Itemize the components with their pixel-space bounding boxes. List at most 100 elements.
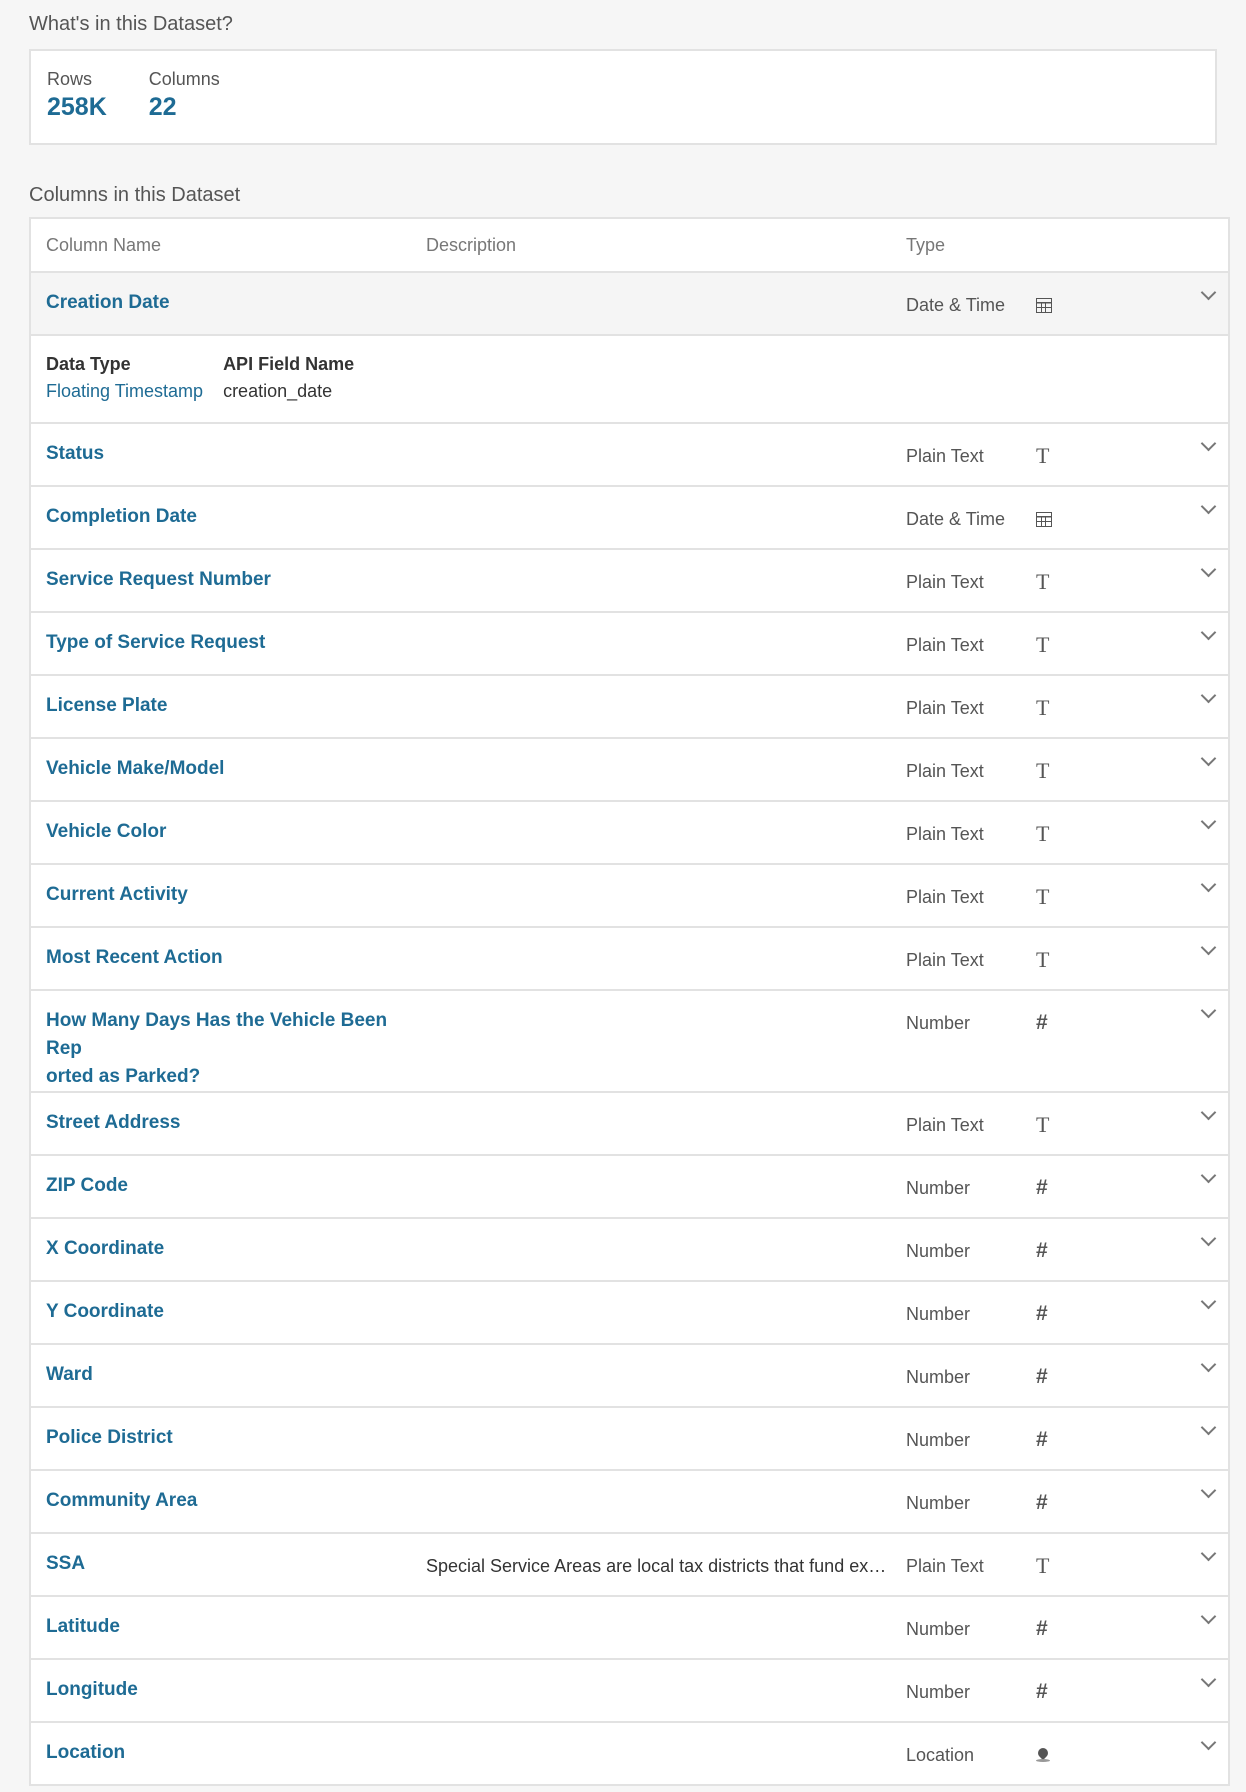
expand-toggle[interactable] bbox=[1136, 1482, 1228, 1499]
column-type: Plain Text bbox=[906, 635, 984, 655]
expand-toggle[interactable] bbox=[1136, 1545, 1228, 1562]
column-type: Number bbox=[906, 1430, 971, 1450]
column-name-link[interactable]: License Plate bbox=[31, 692, 426, 720]
expand-toggle[interactable] bbox=[1136, 687, 1228, 704]
table-row[interactable]: Service Request Number Plain Text T bbox=[31, 550, 1228, 613]
chevron-down-icon bbox=[1200, 1545, 1217, 1562]
expand-toggle[interactable] bbox=[1136, 1671, 1228, 1688]
table-row[interactable]: Longitude Number # bbox=[31, 1660, 1228, 1723]
table-row[interactable]: Y Coordinate Number # bbox=[31, 1282, 1228, 1345]
table-row[interactable]: Status Plain Text T bbox=[31, 424, 1228, 487]
column-type: Number bbox=[906, 1241, 971, 1261]
chevron-down-icon bbox=[1200, 687, 1217, 704]
table-row[interactable]: Vehicle Make/Model Plain Text T bbox=[31, 739, 1228, 802]
expand-toggle[interactable] bbox=[1136, 624, 1228, 641]
table-row[interactable]: Type of Service Request Plain Text T bbox=[31, 613, 1228, 676]
summary-heading: What's in this Dataset? bbox=[29, 13, 233, 35]
column-name-link[interactable]: SSA bbox=[31, 1550, 426, 1578]
expand-toggle[interactable] bbox=[1136, 1419, 1228, 1436]
column-name-link[interactable]: Y Coordinate bbox=[31, 1298, 426, 1326]
column-name-link[interactable]: Community Area bbox=[31, 1487, 426, 1515]
column-name-link[interactable]: Latitude bbox=[31, 1613, 426, 1641]
expand-toggle[interactable] bbox=[1136, 939, 1228, 956]
table-row[interactable]: Current Activity Plain Text T bbox=[31, 865, 1228, 928]
expand-toggle[interactable] bbox=[1136, 813, 1228, 830]
table-row[interactable]: SSA Special Service Areas are local tax d… bbox=[31, 1534, 1228, 1597]
column-name-link[interactable]: Police District bbox=[31, 1424, 426, 1452]
expand-toggle[interactable] bbox=[1136, 284, 1228, 301]
column-name-link[interactable]: Completion Date bbox=[31, 503, 426, 531]
chevron-down-icon bbox=[1200, 1482, 1217, 1499]
data-type-value[interactable]: Floating Timestamp bbox=[46, 378, 203, 404]
table-row[interactable]: Vehicle Color Plain Text T bbox=[31, 802, 1228, 865]
text-icon: T bbox=[1036, 569, 1050, 594]
expand-toggle[interactable] bbox=[1136, 1293, 1228, 1310]
chevron-down-icon bbox=[1200, 939, 1217, 956]
expand-toggle[interactable] bbox=[1136, 750, 1228, 767]
expand-toggle[interactable] bbox=[1136, 1002, 1228, 1019]
expand-toggle[interactable] bbox=[1136, 1104, 1228, 1121]
columns-heading: Columns in this Dataset bbox=[29, 184, 241, 206]
expand-toggle[interactable] bbox=[1136, 561, 1228, 578]
column-name-link[interactable]: Ward bbox=[31, 1361, 426, 1389]
column-name-link[interactable]: Street Address bbox=[31, 1109, 426, 1137]
hash-icon: # bbox=[1036, 1011, 1048, 1034]
table-row[interactable]: Community Area Number # bbox=[31, 1471, 1228, 1534]
header-type: Type bbox=[906, 234, 946, 255]
column-name-link[interactable]: Longitude bbox=[31, 1676, 426, 1704]
expand-toggle[interactable] bbox=[1136, 1167, 1228, 1184]
column-type: Plain Text bbox=[906, 950, 984, 970]
expand-toggle[interactable] bbox=[1136, 1356, 1228, 1373]
expand-toggle[interactable] bbox=[1136, 876, 1228, 893]
expand-toggle[interactable] bbox=[1136, 1230, 1228, 1247]
table-row[interactable]: Most Recent Action Plain Text T bbox=[31, 928, 1228, 991]
column-name-link[interactable]: ZIP Code bbox=[31, 1172, 426, 1200]
column-name-link[interactable]: Most Recent Action bbox=[31, 944, 426, 972]
columns-label: Columns bbox=[148, 69, 220, 89]
column-type: Location bbox=[906, 1745, 975, 1765]
table-row[interactable]: Location Location bbox=[31, 1723, 1228, 1786]
dataset-overview-page: What's in this Dataset? Rows 258K Column… bbox=[0, 0, 1246, 1786]
rows-value: 258K bbox=[47, 93, 107, 121]
table-row[interactable]: Latitude Number # bbox=[31, 1597, 1228, 1660]
column-name-link[interactable]: Creation Date bbox=[31, 289, 426, 317]
expand-toggle[interactable] bbox=[1136, 435, 1228, 452]
chevron-down-icon bbox=[1200, 1419, 1217, 1436]
text-icon: T bbox=[1036, 758, 1050, 783]
column-name-link[interactable]: Location bbox=[31, 1739, 426, 1767]
column-name-link[interactable]: How Many Days Has the Vehicle Been Rep or… bbox=[31, 1007, 426, 1091]
data-type-block: Data Type Floating Timestamp bbox=[46, 352, 203, 408]
chevron-down-icon bbox=[1200, 1104, 1217, 1121]
table-row[interactable]: How Many Days Has the Vehicle Been Rep or… bbox=[31, 991, 1228, 1093]
column-name-link[interactable]: X Coordinate bbox=[31, 1235, 426, 1263]
table-row[interactable]: License Plate Plain Text T bbox=[31, 676, 1228, 739]
table-row[interactable]: Creation Date Date & Time bbox=[31, 273, 1228, 336]
table-row[interactable]: X Coordinate Number # bbox=[31, 1219, 1228, 1282]
text-icon: T bbox=[1036, 443, 1050, 468]
expand-toggle[interactable] bbox=[1136, 1608, 1228, 1625]
column-type: Number bbox=[906, 1178, 971, 1198]
hash-icon: # bbox=[1036, 1302, 1048, 1325]
column-type: Plain Text bbox=[906, 698, 984, 718]
chevron-down-icon bbox=[1200, 498, 1217, 515]
expand-toggle[interactable] bbox=[1136, 1734, 1228, 1751]
table-row[interactable]: Street Address Plain Text T bbox=[31, 1093, 1228, 1156]
column-type: Plain Text bbox=[906, 1115, 984, 1135]
table-row[interactable]: ZIP Code Number # bbox=[31, 1156, 1228, 1219]
chevron-down-icon bbox=[1200, 1230, 1217, 1247]
column-name-link[interactable]: Vehicle Color bbox=[31, 818, 426, 846]
columns-value: 22 bbox=[148, 93, 177, 121]
expand-toggle[interactable] bbox=[1136, 498, 1228, 515]
column-name-link[interactable]: Current Activity bbox=[31, 881, 426, 909]
column-name-link[interactable]: Vehicle Make/Model bbox=[31, 755, 426, 783]
column-detail-panel: Data Type Floating Timestamp API Field Nam… bbox=[31, 336, 1228, 424]
chevron-down-icon bbox=[1200, 1608, 1217, 1625]
table-row[interactable]: Ward Number # bbox=[31, 1345, 1228, 1408]
column-name-link[interactable]: Status bbox=[31, 440, 426, 468]
column-name-link[interactable]: Service Request Number bbox=[31, 566, 426, 594]
column-name-link[interactable]: Type of Service Request bbox=[31, 629, 426, 657]
table-row[interactable]: Completion Date Date & Time bbox=[31, 487, 1228, 550]
table-row[interactable]: Police District Number # bbox=[31, 1408, 1228, 1471]
header-description: Description bbox=[426, 234, 517, 255]
column-type: Number bbox=[906, 1493, 971, 1513]
